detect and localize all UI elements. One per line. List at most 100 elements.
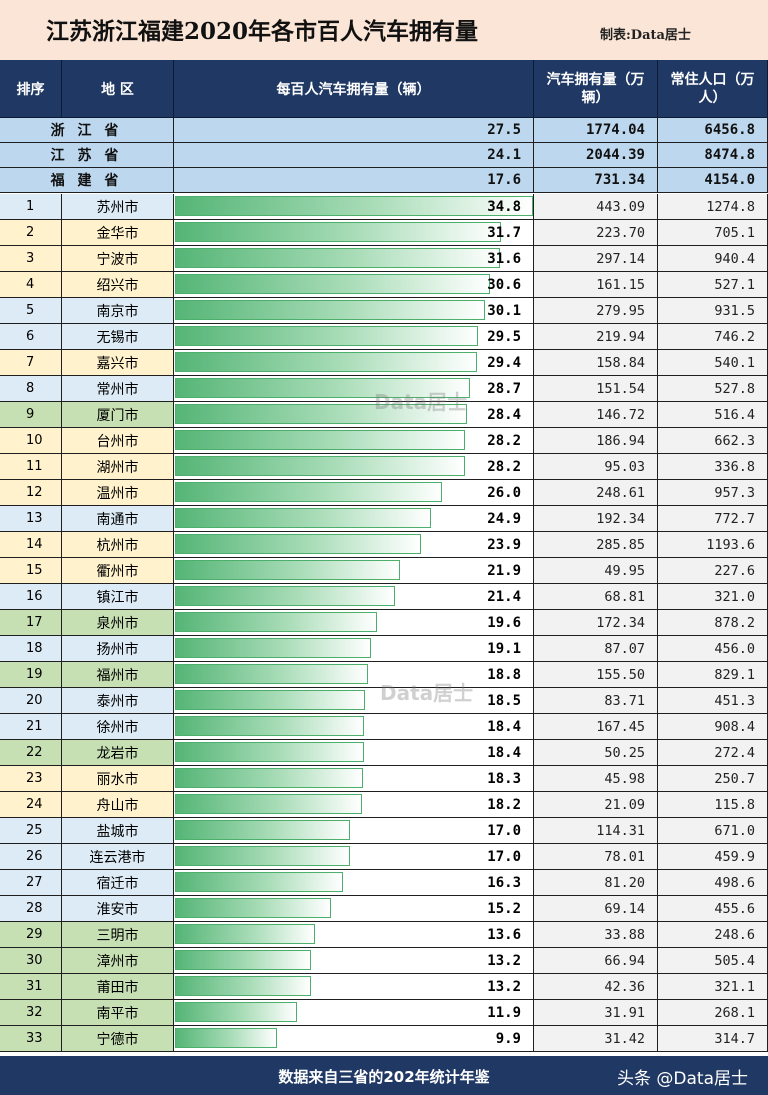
pop-cell: 527.8 — [658, 376, 768, 402]
rank-cell: 26 — [0, 844, 62, 870]
city-name: 常州市 — [62, 376, 174, 402]
bar-value-label: 24.9 — [487, 510, 521, 527]
cars-cell: 151.54 — [534, 376, 658, 402]
pop-cell: 505.4 — [658, 948, 768, 974]
bar-cell: 18.3 — [174, 766, 534, 792]
pop-cell: 227.6 — [658, 558, 768, 584]
table-row: 30 漳州市 13.2 66.94 505.4 — [0, 948, 768, 974]
pop-cell: 957.3 — [658, 480, 768, 506]
cars-cell: 192.34 — [534, 506, 658, 532]
bar-cell: 26.0 — [174, 480, 534, 506]
city-name: 杭州市 — [62, 532, 174, 558]
bar-cell: 16.3 — [174, 870, 534, 896]
bar-cell: 18.4 — [174, 740, 534, 766]
city-name: 湖州市 — [62, 454, 174, 480]
bar-cell: 34.8 — [174, 194, 534, 220]
city-name: 镇江市 — [62, 584, 174, 610]
bar-value-label: 30.1 — [487, 302, 521, 319]
pop-cell: 455.6 — [658, 896, 768, 922]
bar — [175, 612, 377, 632]
bar — [175, 456, 465, 476]
bar — [175, 664, 368, 684]
cars-cell: 69.14 — [534, 896, 658, 922]
city-name: 温州市 — [62, 480, 174, 506]
rank-cell: 19 — [0, 662, 62, 688]
city-name: 扬州市 — [62, 636, 174, 662]
pop-cell: 498.6 — [658, 870, 768, 896]
cars-cell: 223.70 — [534, 220, 658, 246]
bar — [175, 872, 343, 892]
bar-value-label: 9.9 — [495, 1030, 521, 1047]
title-bar: 江苏浙江福建2020年各市百人汽车拥有量 制表:Data居士 — [0, 0, 768, 61]
bar — [175, 586, 395, 606]
table-row: 19 福州市 18.8 155.50 829.1 — [0, 662, 768, 688]
city-name: 衢州市 — [62, 558, 174, 584]
cars-cell: 114.31 — [534, 818, 658, 844]
header-region: 地 区 — [62, 60, 174, 118]
pop-cell: 250.7 — [658, 766, 768, 792]
bar-cell: 13.2 — [174, 974, 534, 1000]
rank-cell: 11 — [0, 454, 62, 480]
table-row: 15 衢州市 21.9 49.95 227.6 — [0, 558, 768, 584]
pop-cell: 662.3 — [658, 428, 768, 454]
bar-value-label: 18.2 — [487, 796, 521, 813]
pop-cell: 321.0 — [658, 584, 768, 610]
cars-cell: 219.94 — [534, 324, 658, 350]
cars-cell: 81.20 — [534, 870, 658, 896]
bar — [175, 352, 477, 372]
province-name: 福 建 省 — [0, 168, 174, 193]
pop-cell: 878.2 — [658, 610, 768, 636]
province-row: 浙 江 省 27.5 1774.04 6456.8 — [0, 118, 768, 143]
rank-cell: 12 — [0, 480, 62, 506]
bar — [175, 222, 501, 242]
city-name: 福州市 — [62, 662, 174, 688]
table-row: 2 金华市 31.7 223.70 705.1 — [0, 220, 768, 246]
table-row: 1 苏州市 34.8 443.09 1274.8 — [0, 194, 768, 220]
province-name: 江 苏 省 — [0, 143, 174, 168]
table-row: 10 台州市 28.2 186.94 662.3 — [0, 428, 768, 454]
rank-cell: 5 — [0, 298, 62, 324]
cars-cell: 21.09 — [534, 792, 658, 818]
bar-value-label: 18.4 — [487, 718, 521, 735]
bar-cell: 18.2 — [174, 792, 534, 818]
bar — [175, 274, 490, 294]
city-name: 淮安市 — [62, 896, 174, 922]
rank-cell: 16 — [0, 584, 62, 610]
pop-cell: 115.8 — [658, 792, 768, 818]
cars-cell: 68.81 — [534, 584, 658, 610]
table-row: 8 常州市 28.7 151.54 527.8 — [0, 376, 768, 402]
pop-cell: 248.6 — [658, 922, 768, 948]
table-header-row: 排序 地 区 每百人汽车拥有量（辆） 汽车拥有量（万辆） 常住人口（万人） — [0, 60, 768, 118]
bar — [175, 924, 315, 944]
city-name: 金华市 — [62, 220, 174, 246]
cars-cell: 155.50 — [534, 662, 658, 688]
rank-cell: 4 — [0, 272, 62, 298]
bar-cell: 28.4 — [174, 402, 534, 428]
bar-cell: 31.7 — [174, 220, 534, 246]
bar — [175, 378, 470, 398]
cars-cell: 186.94 — [534, 428, 658, 454]
bar — [175, 976, 311, 996]
bar-value-label: 19.6 — [487, 614, 521, 631]
city-name: 泉州市 — [62, 610, 174, 636]
cars-cell: 42.36 — [534, 974, 658, 1000]
cars-cell: 248.61 — [534, 480, 658, 506]
rank-cell: 7 — [0, 350, 62, 376]
bar — [175, 638, 371, 658]
province-per100: 24.1 — [174, 143, 534, 168]
cars-cell: 297.14 — [534, 246, 658, 272]
bar-value-label: 18.5 — [487, 692, 521, 709]
table-row: 28 淮安市 15.2 69.14 455.6 — [0, 896, 768, 922]
bar-cell: 9.9 — [174, 1026, 534, 1052]
pop-cell: 456.0 — [658, 636, 768, 662]
city-name: 漳州市 — [62, 948, 174, 974]
credit-label: 制表:Data居士 — [600, 28, 691, 43]
province-pop: 8474.8 — [658, 143, 768, 168]
city-name: 绍兴市 — [62, 272, 174, 298]
cars-cell: 49.95 — [534, 558, 658, 584]
cars-cell: 31.42 — [534, 1026, 658, 1052]
bar-cell: 18.8 — [174, 662, 534, 688]
bar — [175, 482, 442, 502]
pop-cell: 705.1 — [658, 220, 768, 246]
rank-cell: 27 — [0, 870, 62, 896]
